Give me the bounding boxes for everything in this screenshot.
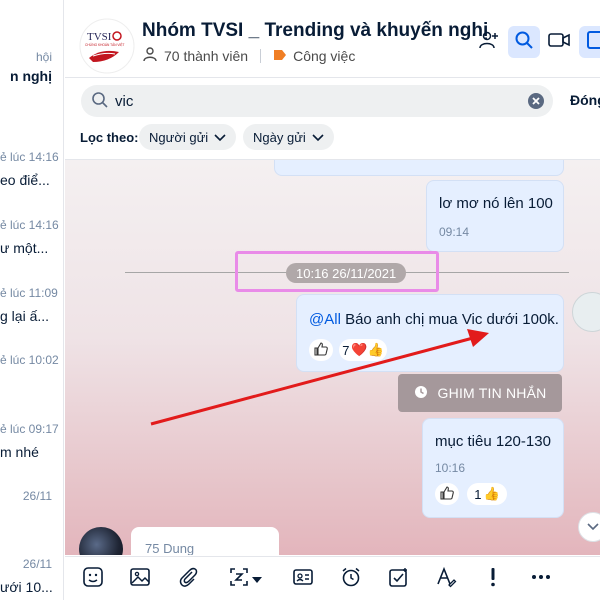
important-icon — [482, 566, 504, 593]
search-input[interactable] — [115, 91, 505, 111]
sidebar-toggle-button[interactable] — [579, 26, 600, 58]
user-icon — [142, 46, 158, 65]
message-search-panel: Đóng Lọc theo: Người gửi Ngày gửi — [65, 78, 600, 160]
image-icon — [129, 566, 151, 593]
text-format-icon — [435, 566, 457, 593]
search-icon — [91, 91, 109, 114]
more-icon — [530, 566, 552, 593]
chevron-down-icon — [312, 130, 324, 145]
chevron-down-icon — [214, 130, 226, 145]
panel-icon — [585, 30, 600, 55]
label-tag-icon — [273, 48, 287, 64]
add-user-icon — [478, 29, 500, 56]
attachment-icon — [177, 566, 199, 593]
task-button[interactable] — [387, 567, 411, 591]
sticker-icon — [82, 566, 104, 593]
category-tag[interactable]: Công việc — [293, 48, 355, 64]
svg-text:CHỨNG KHOÁN TÂN VIỆT: CHỨNG KHOÁN TÂN VIỆT — [85, 42, 125, 47]
composer-toolbar — [65, 556, 600, 600]
mark-important-button[interactable] — [481, 567, 505, 591]
chat-header: TVSI CHỨNG KHOÁN TÂN VIỆT Nhóm TVSI _ Tr… — [65, 0, 600, 78]
filter-sender-label: Người gửi — [149, 129, 209, 145]
conversation-list: hội n nghị ẻ lúc 14:16 eo điể... ẻ lúc 1… — [0, 0, 64, 600]
filter-date-label: Ngày gửi — [253, 129, 306, 145]
svg-text:TVSI: TVSI — [87, 31, 112, 43]
member-count[interactable]: 70 thành viên — [164, 48, 248, 64]
format-text-button[interactable] — [434, 566, 458, 593]
filter-label: Lọc theo: — [80, 130, 139, 145]
reminder-button[interactable] — [339, 567, 363, 591]
alarm-icon — [340, 566, 362, 593]
close-search-button[interactable]: Đóng — [570, 92, 600, 108]
todo-icon — [388, 566, 410, 593]
search-button[interactable] — [508, 26, 540, 58]
add-member-button[interactable] — [473, 26, 505, 58]
annotation-arrow — [150, 329, 489, 426]
search-icon — [514, 30, 534, 55]
sticker-button[interactable] — [81, 566, 105, 593]
image-button[interactable] — [128, 567, 152, 591]
clear-search-icon[interactable] — [527, 92, 545, 115]
filter-sender-dropdown[interactable]: Người gửi — [139, 124, 237, 150]
chevron-down-icon — [252, 570, 262, 588]
contact-card-button[interactable] — [291, 567, 315, 591]
message-list: lơ mơ nó lên 100 09:14 10:16 26/11/2021 … — [65, 160, 600, 555]
group-meta: 70 thành viên Công việc — [142, 46, 355, 65]
filter-date-dropdown[interactable]: Ngày gửi — [243, 124, 334, 150]
video-call-button[interactable] — [543, 26, 575, 58]
search-box — [81, 85, 553, 117]
attach-file-button[interactable] — [176, 567, 200, 591]
video-camera-icon — [548, 31, 570, 54]
group-name: Nhóm TVSI _ Trending và khuyến nghị — [142, 20, 489, 41]
more-options-button[interactable] — [529, 567, 553, 591]
zalo-gif-icon — [228, 566, 250, 593]
screenshot-button[interactable] — [223, 567, 267, 591]
contact-card-icon — [292, 566, 314, 593]
group-avatar[interactable]: TVSI CHỨNG KHOÁN TÂN VIỆT — [79, 18, 135, 74]
